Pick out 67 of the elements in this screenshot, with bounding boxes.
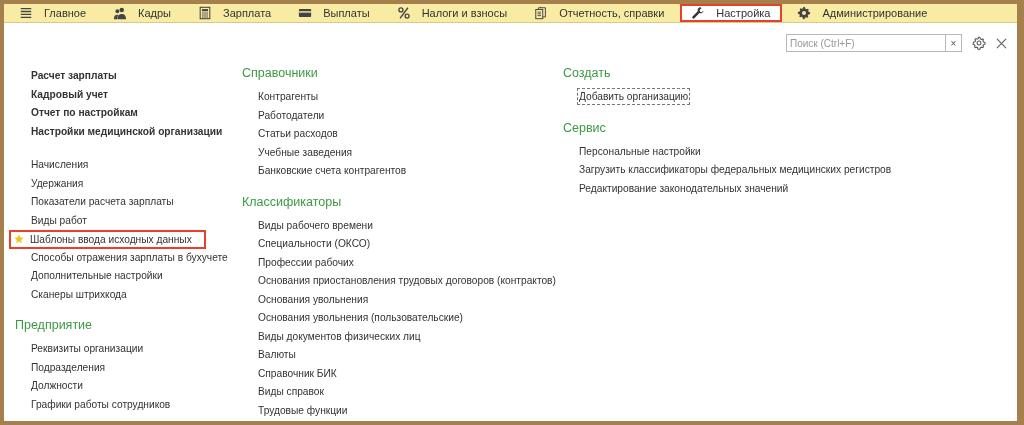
menu-link[interactable]: Справочник БИК bbox=[256, 364, 339, 382]
menu-link[interactable]: Дополнительные настройки bbox=[29, 267, 165, 284]
tab-label: Настройка bbox=[716, 7, 771, 19]
menu-icon bbox=[19, 6, 33, 20]
clear-button[interactable]: × bbox=[945, 35, 961, 51]
tab-label: Отчетность, справки bbox=[559, 7, 665, 19]
menu-link[interactable]: Основания приостановления трудовых договоров (контрактов) bbox=[256, 272, 558, 289]
menu-link[interactable]: Показатели расчета зарплаты bbox=[29, 193, 176, 210]
section-heading: Создать bbox=[563, 65, 612, 82]
menu-link[interactable]: Шаблоны ввода исходных данных bbox=[9, 230, 206, 249]
section-heading: Предприятие bbox=[15, 317, 94, 334]
menu-link[interactable]: Виды работ bbox=[29, 211, 89, 229]
section-tab[interactable]: Настройка bbox=[680, 4, 783, 22]
menu-link[interactable]: Валюты bbox=[256, 346, 298, 363]
tab-label: Кадры bbox=[138, 7, 171, 19]
menu-link[interactable]: Специальности (ОКСО) bbox=[256, 235, 373, 252]
menu-link[interactable]: Подразделения bbox=[29, 358, 108, 376]
menu-link[interactable]: Основания увольнения (пользовательские) bbox=[256, 309, 465, 326]
tab-label: Выплаты bbox=[323, 7, 370, 19]
menu-link[interactable]: Загрузить классификаторы федеральных медицинских регистров bbox=[577, 161, 894, 178]
menu-link[interactable]: Учебные заведения bbox=[256, 143, 355, 161]
section-tab[interactable]: Администрирование bbox=[786, 4, 940, 22]
menu-link[interactable]: Добавить организацию bbox=[577, 88, 691, 105]
section-tab[interactable]: Кадры bbox=[102, 4, 183, 22]
section-heading: Сервис bbox=[563, 119, 607, 137]
section-tab[interactable]: Налоги и взносы bbox=[385, 4, 520, 22]
settings-icon[interactable] bbox=[972, 36, 986, 50]
menu-link[interactable]: Начисления bbox=[29, 156, 91, 173]
calculator-icon bbox=[198, 6, 212, 20]
menu-link[interactable]: Способы отражения зарплаты в бухучете bbox=[29, 248, 230, 266]
menu-link[interactable]: Кадровый учет bbox=[29, 85, 111, 103]
menu-link[interactable]: Виды рабочего времени bbox=[256, 216, 375, 234]
menu-link[interactable]: Персональные настройки bbox=[577, 142, 703, 160]
menu-link[interactable]: Работодатели bbox=[256, 106, 327, 124]
menu-link[interactable]: Должности bbox=[29, 377, 85, 394]
menu-link[interactable]: Сканеры штрихкода bbox=[29, 285, 129, 303]
percent-icon bbox=[396, 6, 411, 20]
section-tab[interactable]: Зарплата bbox=[187, 4, 284, 22]
menu-link[interactable]: Банковские счета контрагентов bbox=[256, 162, 409, 179]
tab-label: Налоги и взносы bbox=[421, 7, 508, 19]
close-icon[interactable] bbox=[996, 37, 1007, 49]
menu-link[interactable]: Виды справок bbox=[256, 383, 326, 400]
menu-link[interactable]: Редактирование законодательных значений bbox=[577, 179, 791, 197]
menu-link[interactable]: Контрагенты bbox=[256, 88, 320, 105]
documents-icon bbox=[534, 6, 549, 20]
menu-link[interactable]: Настройки медицинской организации bbox=[29, 122, 225, 140]
section-tab[interactable]: Главное bbox=[8, 4, 99, 22]
menu-link[interactable]: Виды документов физических лиц bbox=[256, 327, 423, 345]
section-tab[interactable]: Выплаты bbox=[287, 4, 382, 22]
menu-link[interactable]: Удержания bbox=[29, 174, 86, 192]
section-heading: Справочники bbox=[242, 65, 319, 82]
menu-link[interactable]: Профессии рабочих bbox=[256, 253, 356, 271]
menu-link[interactable]: Трудовые функции bbox=[256, 401, 350, 419]
section-heading: Классификаторы bbox=[242, 193, 343, 211]
menu-link[interactable]: Расчет зарплаты bbox=[29, 67, 119, 84]
people-icon bbox=[113, 6, 128, 20]
menu-link[interactable]: Отчет по настройкам bbox=[29, 104, 140, 121]
section-tab[interactable]: Отчетность, справки bbox=[523, 4, 677, 22]
menu-link[interactable]: Реквизиты организации bbox=[29, 340, 146, 357]
wrench-icon bbox=[691, 6, 706, 20]
menu-link[interactable]: Статьи расходов bbox=[256, 125, 340, 142]
tab-label: Зарплата bbox=[223, 7, 272, 19]
search-field[interactable]: Поиск (Ctrl+F) × bbox=[786, 34, 962, 52]
tab-label: Администрирование bbox=[822, 7, 928, 19]
menu-link[interactable]: Основания увольнения bbox=[256, 290, 371, 308]
tab-label: Главное bbox=[44, 7, 87, 19]
menu-link[interactable]: Графики работы сотрудников bbox=[29, 395, 173, 413]
